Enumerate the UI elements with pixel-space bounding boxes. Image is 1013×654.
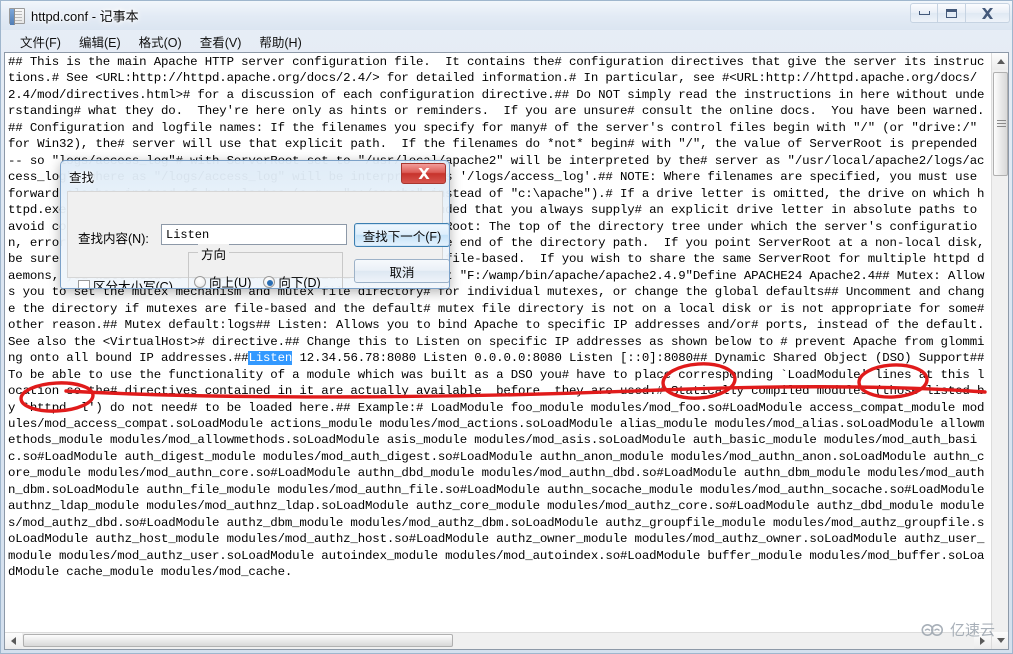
editor-text-after: 12.34.56.78:8080 Listen 0.0.0.0:8080 Lis… [8, 351, 991, 580]
find-dialog-body: 查找内容(N): Listen 查找下一个(F) 取消 方向 向上(U) 向下(… [67, 191, 449, 288]
editor-area: ## This is the main Apache HTTP server c… [4, 52, 1009, 650]
minimize-button[interactable] [910, 3, 938, 23]
menu-bar: 文件(F) 编辑(E) 格式(O) 查看(V) 帮助(H) [1, 30, 1012, 52]
watermark: 亿速云 [921, 619, 995, 640]
chevron-left-icon [11, 637, 16, 645]
find-dialog-titlebar: 查找 [61, 161, 449, 191]
scroll-up-button[interactable] [992, 53, 1008, 70]
find-dialog-title: 查找 [69, 170, 95, 185]
cancel-button[interactable]: 取消 [354, 259, 449, 283]
search-match-highlight: Listen [248, 351, 293, 366]
direction-up-radio[interactable]: 向上(U) [194, 272, 252, 289]
radio-off-icon [194, 275, 206, 288]
text-editor[interactable]: ## This is the main Apache HTTP server c… [5, 53, 991, 649]
watermark-text: 亿速云 [949, 622, 995, 639]
chevron-down-icon [996, 638, 1005, 643]
horizontal-scrollbar[interactable] [5, 632, 991, 649]
direction-down-label: 向下(D) [278, 276, 321, 289]
find-dialog-close-button[interactable] [401, 163, 446, 184]
menu-format[interactable]: 格式(O) [130, 32, 191, 51]
match-case-checkbox[interactable]: 区分大小写(C) [78, 276, 173, 289]
checkbox-unchecked-icon [78, 279, 90, 288]
radio-on-icon [263, 275, 276, 288]
window-controls [910, 3, 1010, 23]
notepad-icon [9, 7, 25, 25]
close-button[interactable] [966, 3, 1010, 23]
match-case-label: 区分大小写(C) [93, 280, 173, 289]
notepad-window: httpd.conf - 记事本 文件(F) 编辑(E) 格式(O) 查看(V)… [0, 0, 1013, 654]
direction-group-label: 方向 [198, 244, 230, 263]
horizontal-scroll-thumb[interactable] [23, 634, 453, 647]
window-title: httpd.conf - 记事本 [31, 9, 139, 24]
scroll-grip-icon [997, 120, 1006, 121]
close-icon [418, 168, 429, 179]
find-what-label: 查找内容(N): [78, 232, 149, 246]
vertical-scrollbar[interactable] [991, 53, 1008, 649]
menu-view[interactable]: 查看(V) [191, 32, 251, 51]
close-icon [982, 7, 993, 19]
maximize-button[interactable] [938, 3, 966, 23]
scroll-left-button[interactable] [5, 633, 22, 649]
menu-file[interactable]: 文件(F) [11, 32, 70, 51]
find-next-button[interactable]: 查找下一个(F) [354, 223, 449, 247]
title-bar: httpd.conf - 记事本 [1, 1, 1012, 30]
chevron-up-icon [996, 59, 1005, 64]
vertical-scroll-thumb[interactable] [993, 72, 1008, 176]
minimize-icon [918, 11, 930, 15]
direction-radio-group: 向上(U) 向下(D) [194, 272, 321, 289]
find-dialog: 查找 查找内容(N): Listen 查找下一个(F) 取消 方向 向上(U) … [60, 160, 450, 289]
maximize-icon [946, 8, 957, 18]
find-what-input[interactable]: Listen [161, 224, 347, 245]
direction-down-radio[interactable]: 向下(D) [263, 272, 321, 289]
menu-help[interactable]: 帮助(H) [250, 32, 310, 51]
cloud-icon [921, 624, 943, 636]
menu-edit[interactable]: 编辑(E) [70, 32, 130, 51]
direction-up-label: 向上(U) [209, 276, 252, 289]
